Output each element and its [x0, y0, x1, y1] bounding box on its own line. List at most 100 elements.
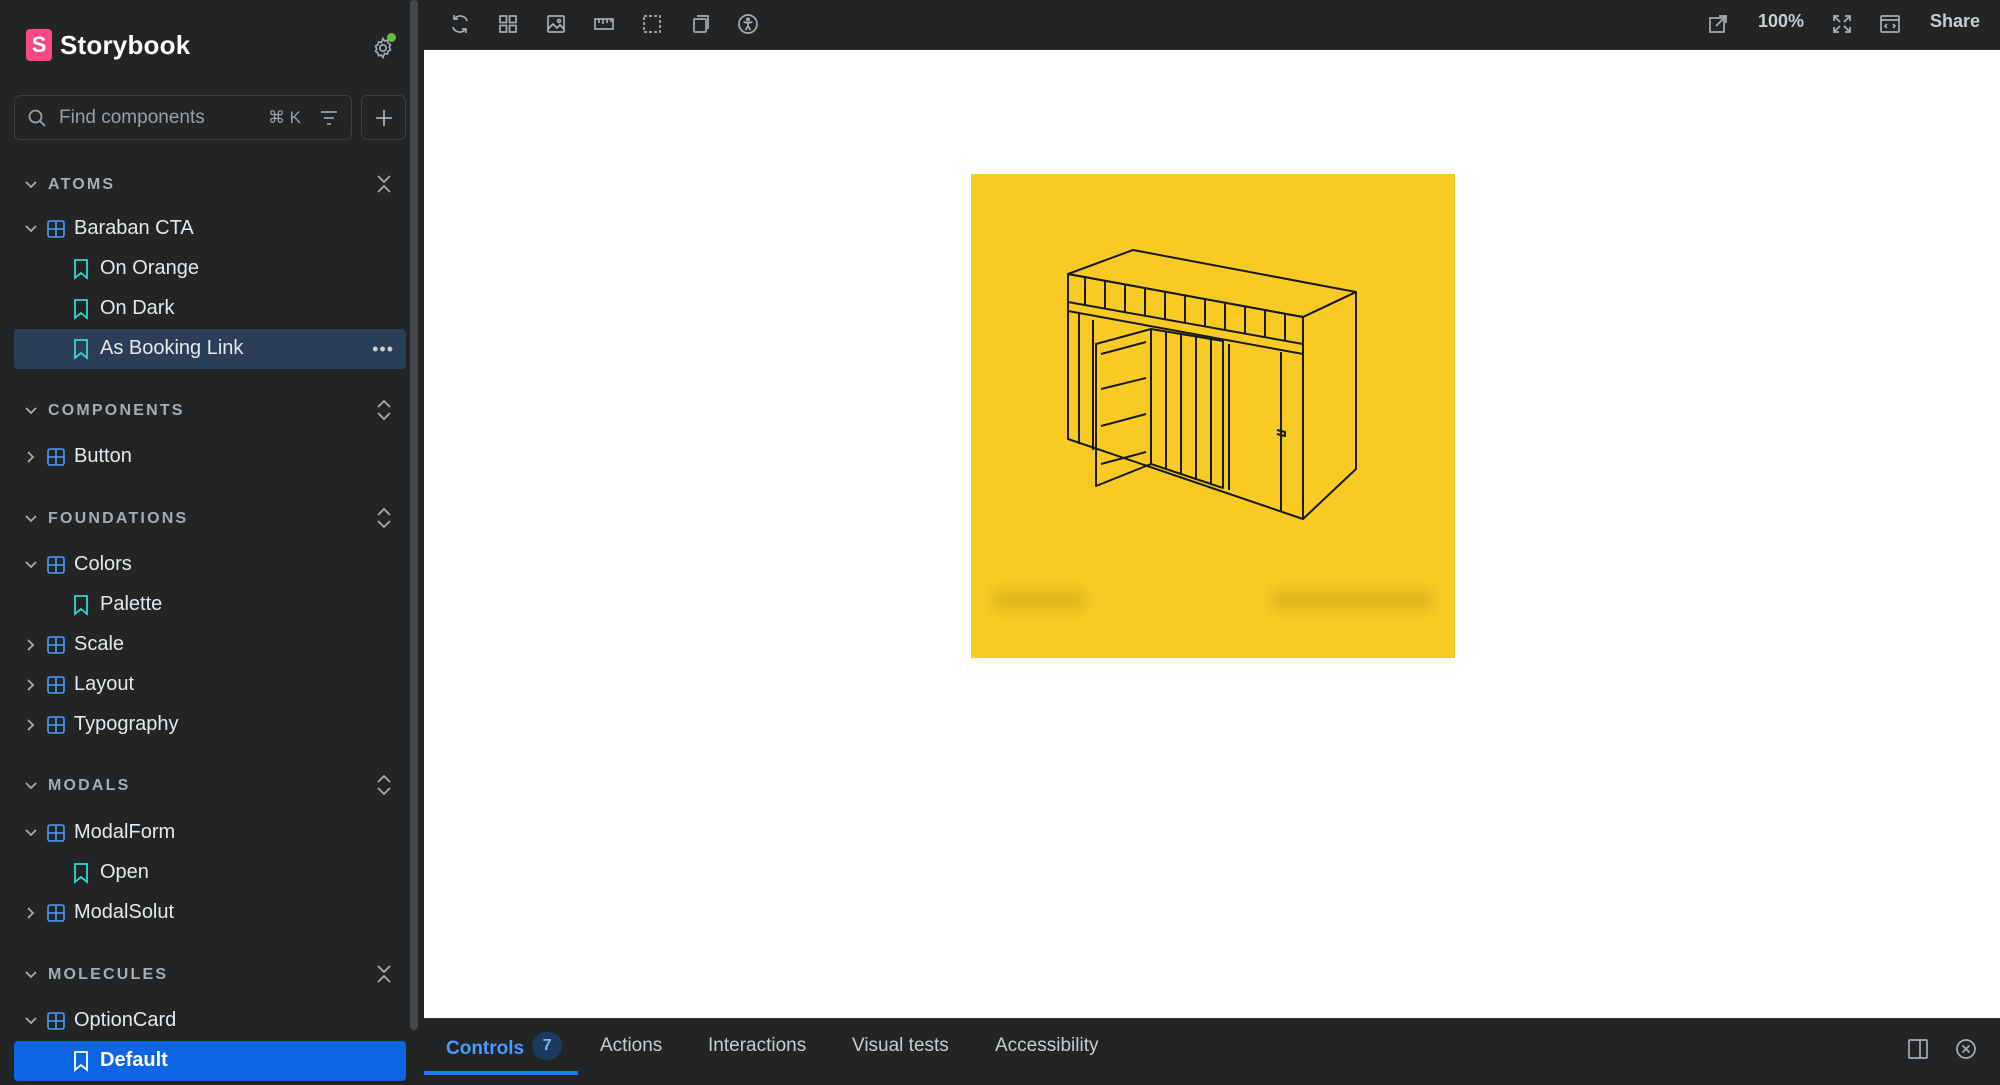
sidebar-scrollbar[interactable] — [410, 0, 418, 1030]
measure-icon — [594, 18, 614, 30]
bookmark-icon — [74, 1051, 88, 1072]
filter-icon[interactable] — [319, 108, 339, 128]
viewport-button[interactable] — [688, 12, 712, 36]
sidebar-item-modalform[interactable]: ModalForm — [14, 813, 406, 853]
chevron-down-icon — [25, 225, 37, 233]
component-icon — [47, 556, 65, 574]
collapse-all-icon[interactable] — [375, 962, 393, 986]
sidebar-item-label: As Booking Link — [100, 337, 244, 359]
search-input[interactable]: Find components ⌘ K — [14, 95, 352, 140]
sidebar-item-scale[interactable]: Scale — [14, 625, 406, 665]
chevron-down-icon — [25, 561, 37, 569]
tab-label: Interactions — [708, 1035, 807, 1056]
sidebar-item-default[interactable]: Default — [14, 1041, 406, 1081]
sidebar-item-label: Layout — [74, 673, 135, 695]
option-card[interactable] — [971, 174, 1455, 658]
open-new-tab-icon — [1709, 15, 1727, 33]
chevron-down-icon — [25, 407, 37, 415]
component-icon — [47, 904, 65, 922]
sidebar-item-baraban-cta[interactable]: Baraban CTA — [14, 209, 406, 249]
section-label: MODALS — [48, 777, 131, 794]
section-foundations[interactable]: FOUNDATIONS — [24, 504, 404, 534]
more-options-icon[interactable]: ••• — [372, 339, 394, 360]
sidebar-item-on-dark[interactable]: On Dark — [14, 289, 406, 329]
expand-all-icon[interactable] — [375, 398, 393, 422]
add-story-button[interactable] — [361, 95, 406, 140]
chevron-right-icon — [27, 679, 35, 691]
controls-count-badge: 7 — [532, 1032, 563, 1060]
chevron-right-icon — [27, 719, 35, 731]
zoom-level[interactable]: 100% — [1758, 11, 1804, 32]
collapse-all-icon[interactable] — [375, 172, 393, 196]
grid-button[interactable] — [496, 12, 520, 36]
open-new-tab-button[interactable] — [1706, 12, 1730, 36]
sidebar-item-modalsolut[interactable]: ModalSolut — [14, 893, 406, 933]
chevron-right-icon — [27, 451, 35, 463]
component-icon — [47, 448, 65, 466]
grid-icon — [499, 15, 517, 33]
sidebar-item-on-orange[interactable]: On Orange — [14, 249, 406, 289]
show-code-button[interactable] — [1878, 12, 1902, 36]
chevron-down-icon — [25, 181, 37, 189]
sidebar-item-palette[interactable]: Palette — [14, 585, 406, 625]
preview-canvas — [424, 50, 2000, 1018]
tab-accessibility[interactable]: Accessibility — [995, 1035, 1098, 1077]
tab-label: Controls — [446, 1038, 525, 1060]
storybook-logo-icon: S — [26, 29, 52, 61]
component-icon — [47, 716, 65, 734]
sidebar-item-label: Scale — [74, 633, 125, 655]
section-molecules[interactable]: MOLECULES — [24, 960, 404, 990]
sidebar-item-label: Open — [100, 861, 149, 883]
sidebar-item-label: ModalForm — [74, 821, 176, 843]
outline-button[interactable] — [640, 12, 664, 36]
sidebar-item-button[interactable]: Button — [14, 437, 406, 477]
expand-all-icon[interactable] — [375, 773, 393, 797]
sidebar-item-label: Button — [74, 445, 132, 467]
fullscreen-button[interactable] — [1830, 12, 1854, 36]
sidebar-item-typography[interactable]: Typography — [14, 705, 406, 745]
chevron-down-icon — [25, 782, 37, 790]
sidebar-item-optioncard[interactable]: OptionCard — [14, 1001, 406, 1041]
tab-label: Visual tests — [852, 1035, 949, 1056]
sidebar-item-label: ModalSolut — [74, 901, 175, 923]
chevron-down-icon — [25, 971, 37, 979]
tab-actions[interactable]: Actions — [600, 1035, 662, 1077]
settings-button[interactable] — [368, 33, 398, 63]
active-tab-indicator — [424, 1071, 578, 1075]
close-panel-icon[interactable] — [1954, 1037, 1978, 1061]
sidebar-item-label: On Orange — [100, 257, 199, 279]
sidebar-item-label: Colors — [74, 553, 132, 575]
card-label-right — [1271, 590, 1433, 610]
sidebar-item-colors[interactable]: Colors — [14, 545, 406, 585]
section-label: ATOMS — [48, 176, 116, 193]
search-placeholder: Find components — [59, 106, 205, 128]
sidebar-item-label: Palette — [100, 593, 163, 615]
tab-label: Accessibility — [995, 1035, 1099, 1056]
outline-icon — [643, 15, 661, 33]
section-components[interactable]: COMPONENTS — [24, 396, 404, 426]
sidebar-item-as-booking-link[interactable]: As Booking Link ••• — [14, 329, 406, 369]
remount-button[interactable] — [448, 12, 472, 36]
accessibility-button[interactable] — [736, 12, 760, 36]
share-button[interactable]: Share — [1930, 11, 1980, 32]
bookmark-icon — [74, 339, 88, 360]
measure-button[interactable] — [592, 12, 616, 36]
section-atoms[interactable]: ATOMS — [24, 170, 404, 200]
panel-orientation-icon[interactable] — [1906, 1037, 1930, 1061]
tab-visual-tests[interactable]: Visual tests — [852, 1035, 949, 1077]
tab-interactions[interactable]: Interactions — [708, 1035, 806, 1077]
expand-all-icon[interactable] — [375, 506, 393, 530]
sidebar-item-label: Baraban CTA — [74, 217, 194, 239]
code-icon — [1880, 15, 1900, 33]
sidebar-item-open[interactable]: Open — [14, 853, 406, 893]
brand[interactable]: S Storybook — [26, 28, 190, 62]
brand-name: Storybook — [60, 29, 191, 60]
section-modals[interactable]: MODALS — [24, 771, 404, 801]
fullscreen-icon — [1833, 15, 1851, 33]
toolbar: 100% Share — [424, 0, 2000, 50]
background-button[interactable] — [544, 12, 568, 36]
sidebar-item-layout[interactable]: Layout — [14, 665, 406, 705]
section-label: MOLECULES — [48, 966, 169, 983]
bookmark-icon — [74, 863, 88, 884]
status-dot — [387, 33, 396, 42]
